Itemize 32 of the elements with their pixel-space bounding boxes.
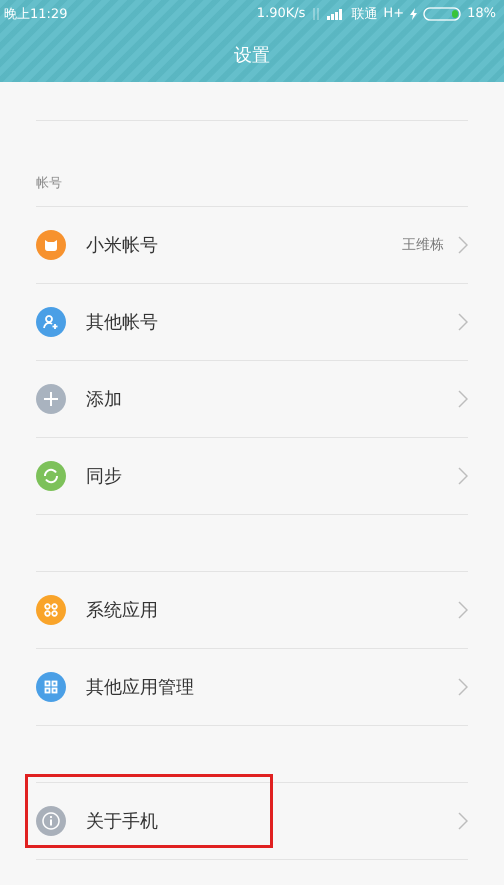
charging-icon	[410, 8, 418, 20]
settings-item[interactable]: 添加	[36, 361, 468, 438]
settings-item[interactable]: 关于手机	[36, 783, 468, 860]
settings-item[interactable]: 系统应用	[36, 572, 468, 649]
settings-item[interactable]: 其他帐号	[36, 284, 468, 361]
apps-grid-icon	[36, 672, 66, 702]
page-title: 设置	[233, 44, 271, 68]
sync-icon	[36, 461, 66, 491]
chevron-icon	[458, 390, 468, 408]
status-time: 晚上11:29	[4, 6, 68, 22]
battery-icon	[423, 6, 462, 20]
chevron-icon	[458, 467, 468, 485]
apps-grid-icon	[36, 595, 66, 625]
add-person-icon	[36, 307, 66, 337]
item-value: 王维栋	[402, 236, 444, 254]
settings-item[interactable]: 其他应用管理	[36, 649, 468, 726]
chevron-icon	[458, 812, 468, 830]
settings-item[interactable]: 小米帐号 王维栋	[36, 207, 468, 284]
settings-item[interactable]: 同步	[36, 438, 468, 515]
carrier-name: 联通	[351, 6, 378, 22]
network-type: H+	[383, 6, 404, 21]
network-speed: 1.90K/s	[256, 6, 306, 21]
section-header: 帐号	[36, 175, 62, 192]
chevron-icon	[458, 236, 468, 254]
data-arrows-icon	[311, 6, 322, 20]
plus-icon	[36, 384, 66, 414]
chevron-icon	[458, 601, 468, 619]
cat-face-icon	[36, 230, 66, 260]
battery-percent: 18%	[467, 6, 496, 21]
chevron-icon	[458, 313, 468, 331]
info-icon	[36, 806, 66, 836]
chevron-icon	[458, 678, 468, 696]
